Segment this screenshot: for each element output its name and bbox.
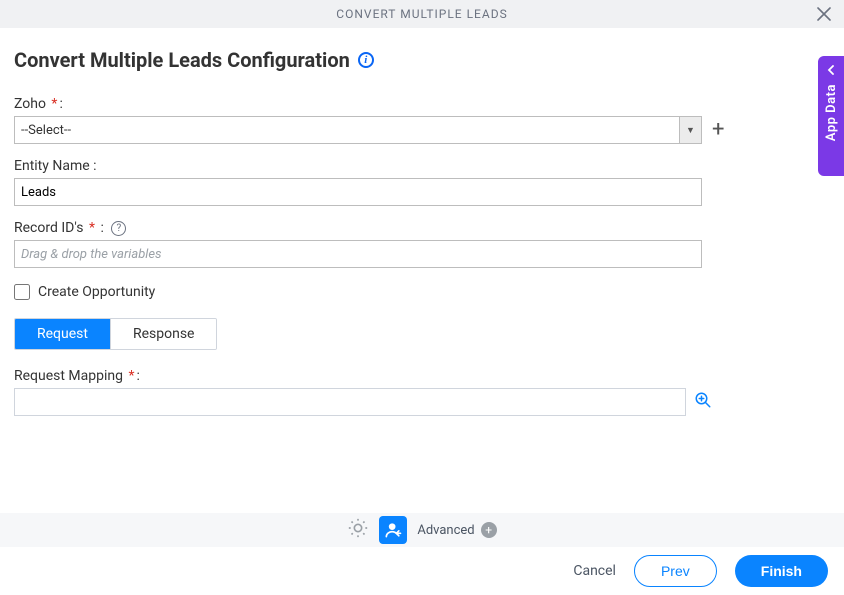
tab-request[interactable]: Request [15, 319, 110, 349]
advanced-label: Advanced [417, 523, 474, 538]
action-row: Cancel Prev Finish [0, 547, 844, 595]
field-zoho: Zoho *: --Select-- ▼ + [14, 96, 830, 144]
field-request-mapping: Request Mapping *: [14, 368, 830, 416]
magnify-plus-icon [694, 391, 712, 409]
create-opportunity-checkbox[interactable] [14, 284, 30, 300]
user-add-icon[interactable] [379, 516, 407, 544]
field-record-ids: Record ID's * : ? [14, 220, 830, 268]
record-ids-label: Record ID's * : ? [14, 220, 830, 236]
entity-name-input[interactable] [14, 178, 702, 206]
page-title: Convert Multiple Leads Configuration i [14, 48, 830, 72]
request-response-tabs: Request Response [14, 318, 217, 350]
help-icon[interactable]: ? [111, 221, 126, 236]
content-area: Convert Multiple Leads Configuration i Z… [0, 28, 844, 416]
create-opportunity-label: Create Opportunity [38, 284, 155, 300]
required-marker: * [51, 96, 57, 112]
add-zoho-icon[interactable]: + [712, 119, 724, 141]
field-entity-name: Entity Name : [14, 158, 830, 206]
finish-button[interactable]: Finish [735, 555, 828, 587]
tab-response[interactable]: Response [110, 319, 217, 349]
info-icon[interactable]: i [358, 52, 374, 68]
create-opportunity-row: Create Opportunity [14, 284, 830, 300]
app-data-rail[interactable]: App Data [818, 56, 844, 176]
plus-circle-icon: + [481, 522, 497, 538]
window-title: CONVERT MULTIPLE LEADS [336, 7, 507, 21]
advanced-toggle[interactable]: Advanced + [417, 522, 496, 538]
gear-icon[interactable] [347, 517, 369, 543]
required-marker: * [128, 368, 134, 384]
entity-label: Entity Name : [14, 158, 830, 174]
x-icon [817, 7, 831, 21]
person-arrow-icon [383, 520, 403, 540]
required-marker: * [89, 220, 95, 236]
request-mapping-label: Request Mapping *: [14, 368, 830, 384]
request-mapping-input[interactable] [14, 388, 686, 416]
zoho-select[interactable]: --Select-- ▼ [14, 116, 702, 144]
chevron-left-icon [826, 64, 836, 78]
page-title-text: Convert Multiple Leads Configuration [14, 48, 350, 72]
record-ids-input[interactable] [14, 240, 702, 268]
chevron-down-icon: ▼ [679, 117, 701, 143]
zoho-label: Zoho *: [14, 96, 830, 112]
cancel-button[interactable]: Cancel [573, 563, 616, 579]
close-icon[interactable] [814, 4, 834, 24]
app-data-label: App Data [824, 84, 839, 141]
titlebar: CONVERT MULTIPLE LEADS [0, 0, 844, 28]
footer-toolbar: Advanced + [0, 513, 844, 547]
prev-button[interactable]: Prev [634, 555, 717, 587]
zoho-select-value: --Select-- [15, 117, 679, 143]
zoom-icon[interactable] [694, 391, 712, 413]
settings-icon [347, 517, 369, 539]
